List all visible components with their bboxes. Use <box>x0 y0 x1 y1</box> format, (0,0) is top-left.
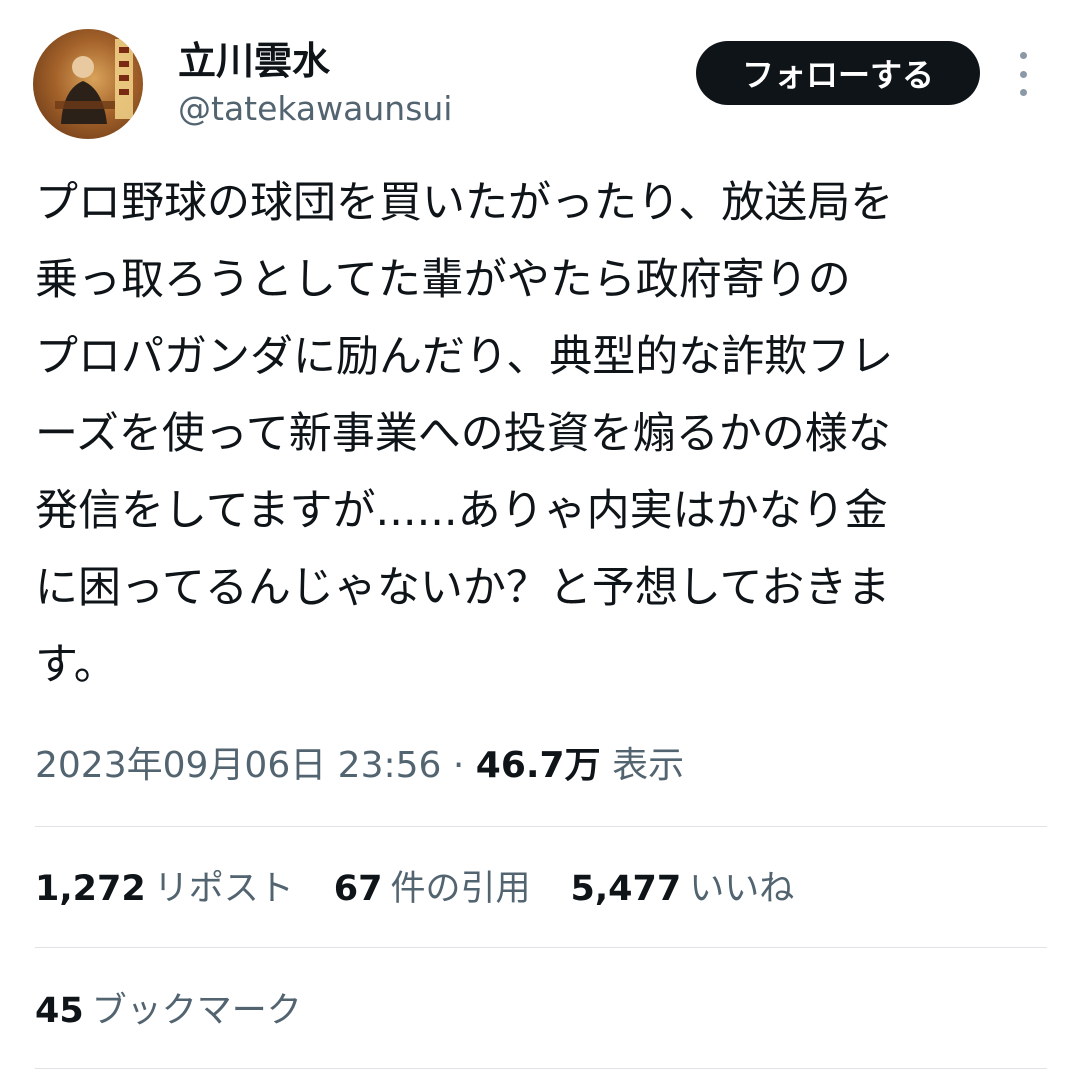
author-names: 立川雲水 @tatekawaunsui <box>178 38 452 130</box>
user-handle[interactable]: @tatekawaunsui <box>178 88 452 130</box>
reposts-stat[interactable]: 1,272 リポスト <box>35 864 294 914</box>
divider <box>35 947 1047 948</box>
likes-label: いいね <box>689 869 795 909</box>
tweet-header: 立川雲水 @tatekawaunsui フォローする <box>0 0 1080 150</box>
views-count: 46.7万 <box>475 745 601 786</box>
quotes-stat[interactable]: 67 件の引用 <box>334 864 531 914</box>
divider <box>35 1068 1047 1069</box>
tweet-line: 発信をしてますが......ありゃ内実はかなり金 <box>35 486 888 536</box>
timestamp[interactable]: 2023年09月06日 23:56 <box>35 745 441 786</box>
bookmarks-label: ブックマーク <box>91 991 302 1031</box>
tweet-text: プロ野球の球団を買いたがったり、放送局を 乗っ取ろうとしてた輩がやたら政府寄りのプ… <box>35 165 1045 704</box>
tweet-line: ーズを使って新事業への投資を煽るかの様な <box>35 409 891 459</box>
meta-separator: · <box>441 745 476 786</box>
more-dot <box>1019 70 1027 78</box>
avatar[interactable] <box>33 29 143 139</box>
tweet-line: プロ野球の球団を買いたがったり、放送局を <box>35 178 894 228</box>
divider <box>35 826 1047 827</box>
bookmarks-count: 45 <box>35 991 84 1031</box>
likes-count: 5,477 <box>570 869 682 909</box>
tweet-meta: 2023年09月06日 23:56 · 46.7万 表示 <box>35 740 684 792</box>
follow-button[interactable]: フォローする <box>696 41 980 105</box>
display-name[interactable]: 立川雲水 <box>178 38 452 84</box>
bookmarks-stat[interactable]: 45 ブックマーク <box>35 986 302 1036</box>
reposts-label: リポスト <box>153 869 294 909</box>
likes-stat[interactable]: 5,477 いいね <box>570 864 794 914</box>
more-vertical-icon[interactable] <box>1008 52 1038 96</box>
more-dot <box>1019 52 1027 59</box>
avatar-image <box>55 39 133 124</box>
quotes-count: 67 <box>333 869 383 909</box>
quotes-label: 件の引用 <box>390 869 531 909</box>
tweet-line: す。 <box>35 640 117 690</box>
reposts-count: 1,272 <box>35 869 146 909</box>
views-label: 表示 <box>612 745 685 786</box>
tweet-line: プロパガンダに励んだり、典型的な詐欺フレ <box>35 332 894 382</box>
tweet-line: に困ってるんじゃないか？と予想しておきま <box>35 563 891 613</box>
tweet-line: 乗っ取ろうとしてた輩がやたら政府寄りの <box>35 255 851 305</box>
bookmark-stats: 45 ブックマーク <box>35 986 342 1036</box>
engagement-stats: 1,272 リポスト 67 件の引用 5,477 いいね <box>35 864 834 914</box>
more-dot <box>1019 89 1027 96</box>
